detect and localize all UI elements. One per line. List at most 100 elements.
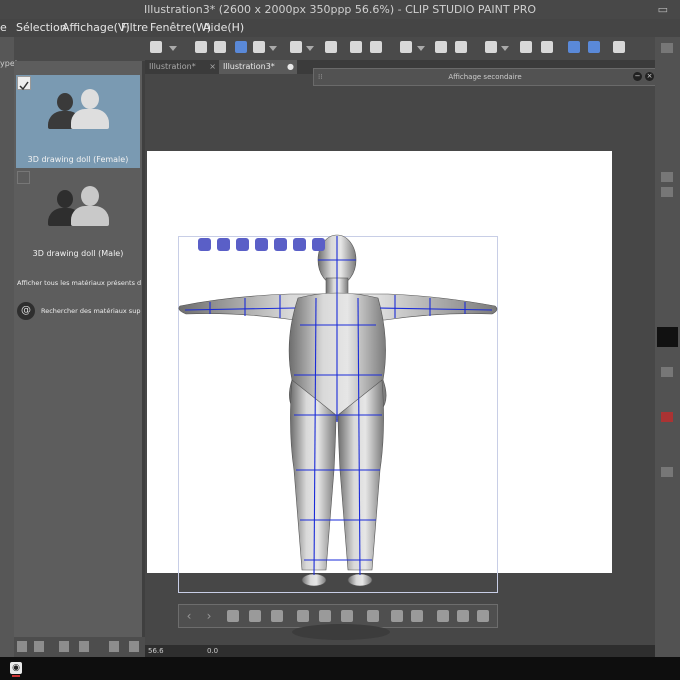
- tab-illustration3[interactable]: Illustration3* ●: [219, 60, 297, 74]
- zoom-value[interactable]: 56.6: [148, 645, 164, 657]
- list-view-icon[interactable]: [34, 641, 44, 652]
- material-card-female[interactable]: 3D drawing doll (Female): [16, 75, 140, 168]
- redo-icon[interactable]: [370, 41, 382, 53]
- snap-icon[interactable]: [613, 41, 625, 53]
- menu-bar: e Sélection Affichage(V) Filtre Fenêtre(…: [0, 19, 680, 37]
- measure-icon[interactable]: [477, 610, 489, 622]
- ruler-icon[interactable]: [568, 41, 580, 53]
- body-shape-icon[interactable]: [437, 610, 449, 622]
- menu-edit[interactable]: e: [0, 19, 7, 37]
- chevron-down-icon[interactable]: [417, 46, 425, 51]
- select-arrow-icon[interactable]: [253, 41, 265, 53]
- camera-zoom-icon[interactable]: [236, 238, 249, 251]
- menu-view[interactable]: Affichage(V): [62, 19, 130, 37]
- open-object-list-icon[interactable]: [227, 610, 239, 622]
- compare-icon[interactable]: [325, 41, 337, 53]
- collapse-icon[interactable]: [661, 43, 673, 53]
- menu-help[interactable]: Aide(H): [203, 19, 244, 37]
- pose-preset-icon[interactable]: [297, 610, 309, 622]
- menu-filter[interactable]: Filtre: [121, 19, 148, 37]
- pose-scanner-icon[interactable]: [319, 610, 331, 622]
- checkmark-icon: [19, 81, 29, 91]
- transform-icon[interactable]: [400, 41, 412, 53]
- grid-icon[interactable]: [541, 41, 553, 53]
- rotate-object-icon[interactable]: [274, 238, 287, 251]
- panel-icon[interactable]: [661, 172, 673, 182]
- minimize-icon[interactable]: −: [633, 72, 642, 81]
- chevron-left-icon[interactable]: ‹: [183, 610, 195, 622]
- chevron-right-icon[interactable]: ›: [203, 610, 215, 622]
- angle-value[interactable]: 0.0: [207, 645, 218, 657]
- register-pose-icon[interactable]: [367, 610, 379, 622]
- chevron-down-icon[interactable]: [306, 46, 314, 51]
- new-file-icon[interactable]: [195, 41, 207, 53]
- move-plane-icon[interactable]: [255, 238, 268, 251]
- select-joint-icon[interactable]: [341, 610, 353, 622]
- ground-icon[interactable]: [271, 610, 283, 622]
- taskbar: ◉: [0, 657, 680, 680]
- camera-pan-icon[interactable]: [217, 238, 230, 251]
- panel-icon[interactable]: [661, 187, 673, 197]
- panel-icon[interactable]: [661, 367, 673, 377]
- search-more-label: Rechercher des matériaux supplém: [41, 307, 141, 315]
- tab-label: Illustration3*: [223, 62, 275, 71]
- reset-pose-icon[interactable]: [411, 610, 423, 622]
- settings-icon[interactable]: [109, 641, 119, 652]
- move-object-icon[interactable]: [293, 238, 306, 251]
- clip-studio-icon: @: [17, 302, 35, 320]
- grid-view-icon[interactable]: [17, 641, 27, 652]
- color-swatch[interactable]: [657, 327, 678, 347]
- menu-selection[interactable]: Sélection: [16, 19, 67, 37]
- flip-pose-icon[interactable]: [391, 610, 403, 622]
- window-title: Illustration3* (2600 x 2000px 350ppp 56.…: [144, 3, 536, 16]
- close-icon[interactable]: ×: [209, 60, 216, 74]
- doll-ground-shadow: [292, 624, 390, 640]
- grip-icon[interactable]: ⁞⁞: [318, 69, 322, 85]
- panel-icon[interactable]: [661, 467, 673, 477]
- status-bar: 56.6 0.0: [145, 645, 655, 657]
- open-folder-icon[interactable]: [214, 41, 226, 53]
- material-panel-footer: [14, 637, 145, 657]
- save-psd-icon[interactable]: [235, 41, 247, 53]
- doll-silhouette-icon: [43, 186, 113, 231]
- checkbox-female[interactable]: [17, 76, 31, 91]
- tab-illustration[interactable]: Illustration* ×: [145, 60, 219, 74]
- unsaved-dot-icon[interactable]: ●: [287, 60, 294, 74]
- undo-icon[interactable]: [350, 41, 362, 53]
- layout-icon[interactable]: [150, 41, 162, 53]
- secondary-view-panel[interactable]: ⁞⁞ Affichage secondaire − ×: [313, 68, 657, 86]
- search-more-materials[interactable]: @ Rechercher des matériaux supplém: [17, 302, 141, 322]
- chevron-down-icon[interactable]: [501, 46, 509, 51]
- crop-icon[interactable]: [520, 41, 532, 53]
- menu-window[interactable]: Fenêtre(W): [150, 19, 211, 37]
- title-bar: Illustration3* (2600 x 2000px 350ppp 56.…: [0, 0, 680, 19]
- fit-camera-icon[interactable]: [249, 610, 261, 622]
- show-all-materials-text[interactable]: Afficher tous les matériaux présents dan…: [17, 279, 141, 287]
- document-icon[interactable]: [290, 41, 302, 53]
- left-panel-strip: ype): [0, 37, 18, 657]
- secondary-view-title: Affichage secondaire: [448, 73, 522, 81]
- material-label-male: 3D drawing doll (Male): [32, 249, 124, 258]
- paste-icon[interactable]: [79, 641, 89, 652]
- chevron-down-icon[interactable]: [269, 46, 277, 51]
- pen-icon[interactable]: [455, 41, 467, 53]
- chevron-down-icon[interactable]: [169, 46, 177, 51]
- ruler-snap-icon[interactable]: [588, 41, 600, 53]
- right-panel-strip: [655, 37, 680, 657]
- material-card-male[interactable]: 3D drawing doll (Male): [16, 172, 140, 265]
- record-icon[interactable]: [661, 412, 673, 422]
- mesh-icon[interactable]: [485, 41, 497, 53]
- material-label-female: 3D drawing doll (Female): [27, 155, 129, 164]
- pose-icon[interactable]: [312, 238, 325, 251]
- camera-rotate-icon[interactable]: [198, 238, 211, 251]
- eraser-icon[interactable]: [435, 41, 447, 53]
- lock-icon[interactable]: [457, 610, 469, 622]
- window-controls[interactable]: ▭: [658, 0, 668, 19]
- command-bar: [145, 37, 680, 59]
- trash-icon[interactable]: [129, 641, 139, 652]
- close-icon[interactable]: ×: [645, 72, 654, 81]
- clip-studio-app-icon[interactable]: ◉: [10, 662, 22, 677]
- copy-icon[interactable]: [59, 641, 69, 652]
- tab-label: Illustration*: [149, 62, 196, 71]
- 3d-doll-model[interactable]: [170, 230, 510, 600]
